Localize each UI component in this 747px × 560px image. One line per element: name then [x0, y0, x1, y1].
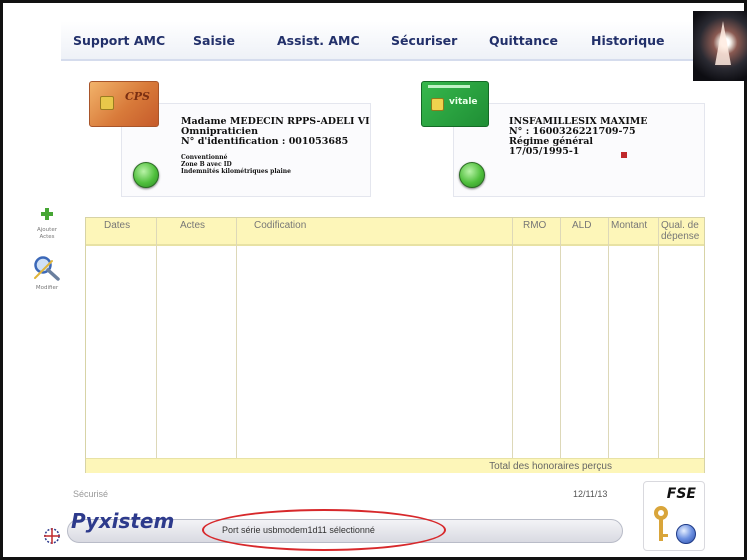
- fse-panel[interactable]: FSE: [643, 481, 705, 551]
- nav-support-amc[interactable]: Support AMC: [73, 33, 165, 48]
- table-footer: Total des honoraires perçus: [86, 458, 704, 473]
- vitale-card-icon: vitale: [421, 81, 489, 127]
- nav-historique[interactable]: Historique: [591, 33, 665, 48]
- corner-decoration-image: [693, 11, 747, 81]
- top-nav: Support AMC Saisie Assist. AMC Sécuriser…: [61, 21, 693, 61]
- column-header-ald[interactable]: ALD: [572, 220, 591, 231]
- column-divider: [608, 218, 609, 458]
- add-acts-plus-icon[interactable]: [41, 208, 53, 220]
- total-fees-label: Total des honoraires perçus: [489, 461, 612, 472]
- cps-card-icon: CPS: [89, 81, 159, 127]
- column-divider: [658, 218, 659, 458]
- acts-table: Dates Actes Codification RMO ALD Montant…: [85, 217, 705, 473]
- column-divider: [560, 218, 561, 458]
- nav-securiser[interactable]: Sécuriser: [391, 33, 457, 48]
- blue-status-icon[interactable]: [676, 524, 696, 544]
- practitioner-detail: Conventionné: [181, 154, 228, 161]
- fse-label: FSE: [666, 486, 696, 502]
- table-header: Dates Actes Codification RMO ALD Montant…: [86, 218, 704, 246]
- patient-birth: 17/05/1995-1: [509, 146, 580, 157]
- column-divider: [236, 218, 237, 458]
- nav-saisie[interactable]: Saisie: [193, 33, 235, 48]
- secured-label: Sécurisé: [73, 489, 109, 499]
- column-header-rmo[interactable]: RMO: [523, 220, 546, 231]
- practitioner-id: N° d'identification : 001053685: [181, 136, 349, 147]
- brand-logo: Pyxistem: [71, 509, 175, 533]
- app-window: Support AMC Saisie Assist. AMC Sécuriser…: [0, 0, 747, 560]
- nav-quittance[interactable]: Quittance: [489, 33, 558, 48]
- practitioner-detail: Zone B avec ID: [181, 161, 232, 168]
- column-header-actes[interactable]: Actes: [180, 220, 205, 231]
- patient-status-marker: [621, 152, 627, 158]
- nav-assist-amc[interactable]: Assist. AMC: [277, 33, 360, 48]
- column-header-codification[interactable]: Codification: [254, 220, 306, 231]
- column-header-qual-depense[interactable]: Qual. de dépense: [661, 220, 705, 242]
- edit-label[interactable]: Modifier: [32, 285, 62, 292]
- column-header-dates[interactable]: Dates: [104, 220, 130, 231]
- pyxistem-logo-icon: [44, 528, 60, 544]
- highlight-oval: [202, 509, 446, 551]
- add-acts-label[interactable]: Ajouter Actes: [32, 227, 62, 241]
- key-icon: [652, 506, 672, 544]
- current-date: 12/11/13: [573, 489, 608, 499]
- column-divider: [512, 218, 513, 458]
- practitioner-detail: Indemnités kilométriques plaine: [181, 168, 291, 175]
- patient-read-button[interactable]: [459, 162, 485, 188]
- practitioner-read-button[interactable]: [133, 162, 159, 188]
- column-divider: [156, 218, 157, 458]
- edit-magnifier-icon[interactable]: [32, 255, 60, 281]
- column-header-montant[interactable]: Montant: [611, 220, 647, 231]
